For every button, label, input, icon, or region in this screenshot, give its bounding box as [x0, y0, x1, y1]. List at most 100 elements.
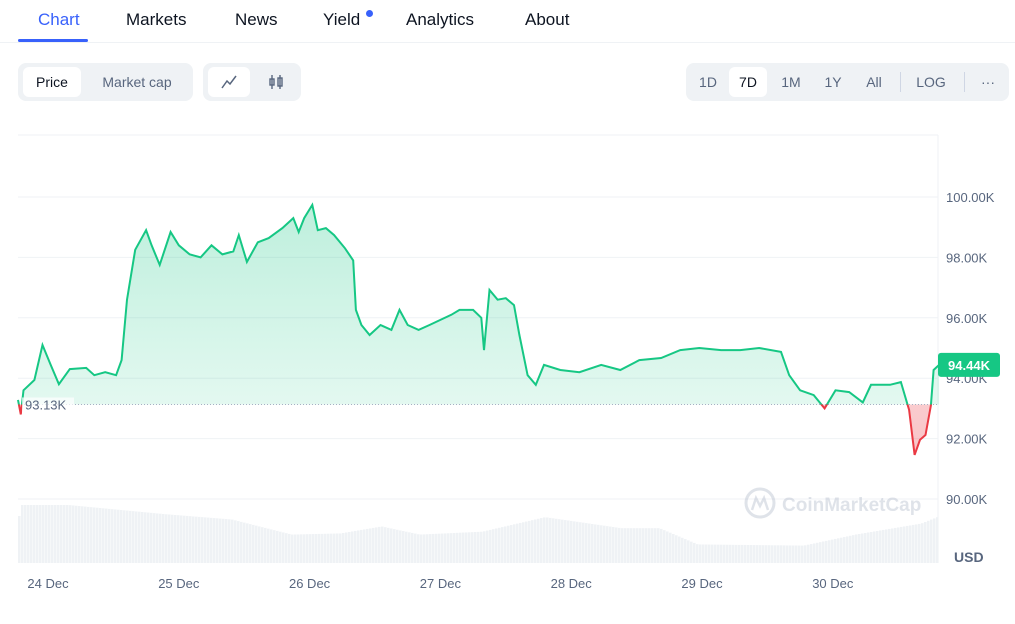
- volume-bar: [753, 545, 756, 563]
- volume-bar: [639, 528, 642, 563]
- volume-bar: [924, 521, 927, 563]
- volume-bar: [213, 518, 216, 563]
- volume-bar: [249, 524, 252, 563]
- volume-bar: [144, 512, 147, 563]
- volume-bar: [111, 509, 114, 563]
- volume-bar: [696, 544, 699, 563]
- volume-bar: [570, 520, 573, 563]
- volume-bar: [480, 531, 483, 563]
- volume-bar: [432, 533, 435, 563]
- volume-bar: [819, 542, 822, 563]
- volume-bar: [801, 545, 804, 563]
- volume-bar: [561, 519, 564, 563]
- volume-bar: [465, 532, 468, 563]
- volume-bar: [417, 534, 420, 563]
- volume-bar: [540, 518, 543, 563]
- volume-bar: [606, 526, 609, 563]
- volume-bar: [321, 533, 324, 563]
- volume-bar: [267, 528, 270, 563]
- volume-bar: [108, 508, 111, 563]
- volume-bar: [663, 530, 666, 563]
- volume-bar: [354, 530, 357, 563]
- volume-bar: [105, 508, 108, 563]
- volume-bar: [738, 544, 741, 563]
- volume-bar: [585, 523, 588, 563]
- volume-bar: [357, 530, 360, 563]
- volume-bar: [258, 526, 261, 563]
- volume-bar: [444, 533, 447, 563]
- volume-bar: [603, 525, 606, 563]
- volume-bar: [72, 505, 75, 563]
- volume-bar: [492, 529, 495, 563]
- volume-bar: [66, 505, 69, 563]
- volume-bar: [327, 533, 330, 563]
- volume-bar: [885, 529, 888, 563]
- volume-bar: [624, 528, 627, 563]
- volume-bar: [141, 511, 144, 563]
- volume-bar: [813, 543, 816, 563]
- volume-bar: [294, 534, 297, 563]
- volume-bar: [783, 545, 786, 563]
- volume-bar: [909, 525, 912, 563]
- volume-bar: [567, 520, 570, 563]
- volume-bar: [453, 532, 456, 563]
- volume-bar: [792, 545, 795, 563]
- volume-bar: [828, 540, 831, 563]
- volume-bar: [516, 523, 519, 563]
- volume-bar: [498, 527, 501, 563]
- volume-bar: [75, 505, 78, 563]
- volume-bar: [741, 544, 744, 563]
- volume-bar: [522, 522, 525, 563]
- volume-bar: [102, 508, 105, 563]
- volume-bar: [318, 533, 321, 563]
- volume-bar: [804, 545, 807, 563]
- volume-bar: [264, 527, 267, 563]
- volume-bar: [726, 544, 729, 563]
- volume-bar: [681, 537, 684, 563]
- volume-bar: [531, 520, 534, 563]
- volume-bar: [510, 525, 513, 563]
- volume-bar: [171, 514, 174, 563]
- volume-bar: [744, 544, 747, 563]
- currency-unit-label: USD: [954, 549, 984, 565]
- volume-bar: [210, 517, 213, 563]
- volume-bar: [579, 522, 582, 563]
- volume-bar: [486, 530, 489, 563]
- volume-bar: [288, 533, 291, 563]
- volume-bar: [339, 533, 342, 563]
- volume-bar: [711, 544, 714, 563]
- volume-bar: [57, 505, 60, 563]
- volume-bar: [36, 505, 39, 563]
- volume-bar: [666, 531, 669, 563]
- volume-bar: [96, 507, 99, 563]
- volume-bar: [558, 519, 561, 563]
- volume-bar: [147, 512, 150, 563]
- volume-bar: [54, 505, 57, 563]
- volume-bar: [888, 528, 891, 563]
- volume-bar: [543, 517, 546, 563]
- volume-bar: [921, 523, 924, 563]
- volume-bar: [684, 539, 687, 563]
- volume-bar: [333, 533, 336, 563]
- volume-bar: [897, 527, 900, 563]
- volume-bar: [195, 516, 198, 563]
- volume-bar: [237, 521, 240, 563]
- volume-bar: [723, 544, 726, 563]
- volume-bar: [672, 533, 675, 563]
- volume-bar: [552, 518, 555, 563]
- volume-bar: [279, 531, 282, 563]
- volume-bar: [342, 533, 345, 563]
- volume-bar: [414, 533, 417, 563]
- volume-bar: [615, 527, 618, 563]
- volume-bar: [501, 527, 504, 563]
- volume-bar: [408, 532, 411, 563]
- price-chart[interactable]: CoinMarketCap 93.13K 90.00K92.00K94.00K9…: [0, 0, 1015, 624]
- volume-bar: [309, 534, 312, 563]
- volume-bar: [324, 533, 327, 563]
- volume-bar: [447, 533, 450, 563]
- volume-bar: [390, 528, 393, 563]
- volume-bar: [702, 544, 705, 563]
- volume-bar: [576, 521, 579, 563]
- volume-bar: [387, 527, 390, 563]
- volume-bar: [933, 518, 936, 563]
